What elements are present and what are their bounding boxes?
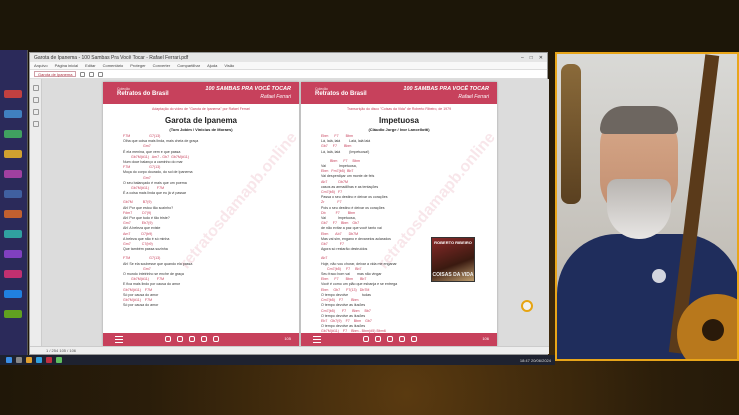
song-authors: (Cláudio Jorge / Ivor Lancellotti) [368, 127, 430, 132]
hand-tool-icon[interactable] [80, 71, 86, 77]
title-bar: Garota de Ipanema - 100 Sambas Pra Você … [30, 53, 547, 62]
song-title: Impetuosa [378, 116, 419, 125]
minimize-icon[interactable]: – [521, 55, 524, 61]
toolbar: Garota de Ipanema [30, 70, 547, 79]
start-icon[interactable] [6, 357, 12, 363]
select-tool-icon[interactable] [89, 71, 95, 77]
desktop-icon[interactable] [4, 170, 22, 178]
chord-sheet: Ebm F7 Bbm Lá, laiá, laiá Laiá, laiá laiá… [321, 134, 441, 340]
desktop-icon[interactable] [4, 150, 22, 158]
document-viewport[interactable]: Coleção Retratos do Brasil 100 SAMBAS PR… [30, 79, 549, 347]
brand-logo: Retratos do Brasil [117, 91, 169, 97]
menu-item-help[interactable]: Ajuda [207, 63, 217, 68]
pdf-app-icon[interactable] [46, 357, 52, 363]
desktop-icon-strip [0, 50, 28, 355]
youtube-icon [375, 336, 381, 342]
close-icon[interactable]: ✕ [539, 55, 543, 61]
guitar-soundhole [702, 319, 724, 341]
search-icon[interactable] [33, 121, 39, 127]
menu-bar: Arquivo Página inicial Editar Comentário… [30, 62, 547, 70]
tiktok-icon [399, 336, 405, 342]
zoom-icon[interactable] [98, 71, 104, 77]
desktop-icon[interactable] [4, 250, 22, 258]
desktop-icon[interactable] [4, 90, 22, 98]
menu-item-comment[interactable]: Comentário [103, 63, 124, 68]
desktop-icon[interactable] [4, 310, 22, 318]
facebook-icon [387, 336, 393, 342]
desktop-icon[interactable] [4, 210, 22, 218]
adaptation-note: Transcrição do disco "Coisas da Vida" de… [346, 107, 452, 111]
desktop-icon[interactable] [4, 130, 22, 138]
page-footer: 105 [103, 333, 299, 346]
browser-icon[interactable] [36, 357, 42, 363]
status-bar: 1 / 254 105 / 106 [30, 346, 549, 354]
comment-icon[interactable] [33, 109, 39, 115]
thumbnails-icon[interactable] [33, 85, 39, 91]
menu-item-share[interactable]: Compartilhar [177, 63, 200, 68]
menu-item-view[interactable]: Visão [224, 63, 234, 68]
chord-sheet: F7M G7(13) Olha que coisa mais linda, mai… [123, 134, 243, 309]
spotify-icon [411, 336, 417, 342]
presenter-beard [607, 179, 671, 239]
adaptation-note: Adaptação do vídeo de "Garota de Ipanema… [151, 107, 250, 111]
top-background [0, 0, 739, 50]
background-guitar [561, 64, 581, 204]
taskbar-clock: 18:47 20/06/2024 [519, 357, 551, 363]
lyric-line: Só por causa do amor [123, 303, 159, 308]
album-artist: ROBERTO RIBEIRO [434, 240, 472, 245]
tiktok-icon [201, 336, 207, 342]
facebook-icon [189, 336, 195, 342]
menu-item-convert[interactable]: Converter [153, 63, 171, 68]
desktop-icon[interactable] [4, 110, 22, 118]
song-title: Garota de Ipanema [164, 116, 238, 125]
song-authors: (Tom Jobim / Vinicius de Moraes) [169, 127, 233, 132]
book-title: 100 SAMBAS PRA VOCÊ TOCAR [205, 86, 291, 92]
book-author: Rafael Ferrari [260, 94, 291, 100]
menu-icon [115, 336, 123, 343]
page-header: Coleção Retratos do Brasil 100 SAMBAS PR… [103, 82, 299, 104]
maximize-icon[interactable]: □ [530, 55, 533, 61]
presenter-hair [600, 106, 678, 134]
page-number: 105 [284, 336, 291, 341]
webcam-feed [555, 52, 739, 361]
menu-item-file[interactable]: Arquivo [34, 63, 48, 68]
page-header: Coleção Retratos do Brasil 100 SAMBAS PR… [301, 82, 497, 104]
search-icon[interactable] [16, 357, 22, 363]
menu-item-home[interactable]: Página inicial [55, 63, 79, 68]
book-author: Rafael Ferrari [458, 94, 489, 100]
book-title: 100 SAMBAS PRA VOCÊ TOCAR [403, 86, 489, 92]
desktop-icon[interactable] [4, 290, 22, 298]
album-title: COISAS DA VIDA [432, 272, 474, 278]
page-number: 106 [482, 336, 489, 341]
left-tool-panel [30, 79, 42, 347]
album-cover: ROBERTO RIBEIRO COISAS DA VIDA [431, 237, 475, 282]
taskbar: 18:47 20/06/2024 [0, 355, 555, 365]
menu-item-protect[interactable]: Proteger [130, 63, 145, 68]
youtube-icon [177, 336, 183, 342]
folder-icon[interactable] [26, 357, 32, 363]
page-footer: 106 [301, 333, 497, 346]
window-title: Garota de Ipanema - 100 Sambas Pra Você … [34, 54, 189, 61]
instagram-icon [165, 336, 171, 342]
stream-background: Garota de Ipanema - 100 Sambas Pra Você … [0, 0, 739, 415]
brand-logo: Retratos do Brasil [315, 91, 367, 97]
bookmark-icon[interactable] [33, 97, 39, 103]
menu-item-edit[interactable]: Editar [85, 63, 95, 68]
mouse-cursor-highlight [521, 300, 533, 312]
pdf-viewer-window: Garota de Ipanema - 100 Sambas Pra Você … [29, 52, 549, 355]
instagram-icon [363, 336, 369, 342]
desktop-icon[interactable] [4, 190, 22, 198]
pdf-page-right: Coleção Retratos do Brasil 100 SAMBAS PR… [301, 82, 499, 346]
document-tab[interactable]: Garota de Ipanema [34, 71, 77, 77]
pdf-page-left: Coleção Retratos do Brasil 100 SAMBAS PR… [103, 82, 301, 346]
shirt-logo [652, 269, 666, 283]
desktop-icon[interactable] [4, 230, 22, 238]
app-icon[interactable] [56, 357, 62, 363]
desktop-icon[interactable] [4, 270, 22, 278]
spotify-icon [213, 336, 219, 342]
menu-icon [313, 336, 321, 343]
